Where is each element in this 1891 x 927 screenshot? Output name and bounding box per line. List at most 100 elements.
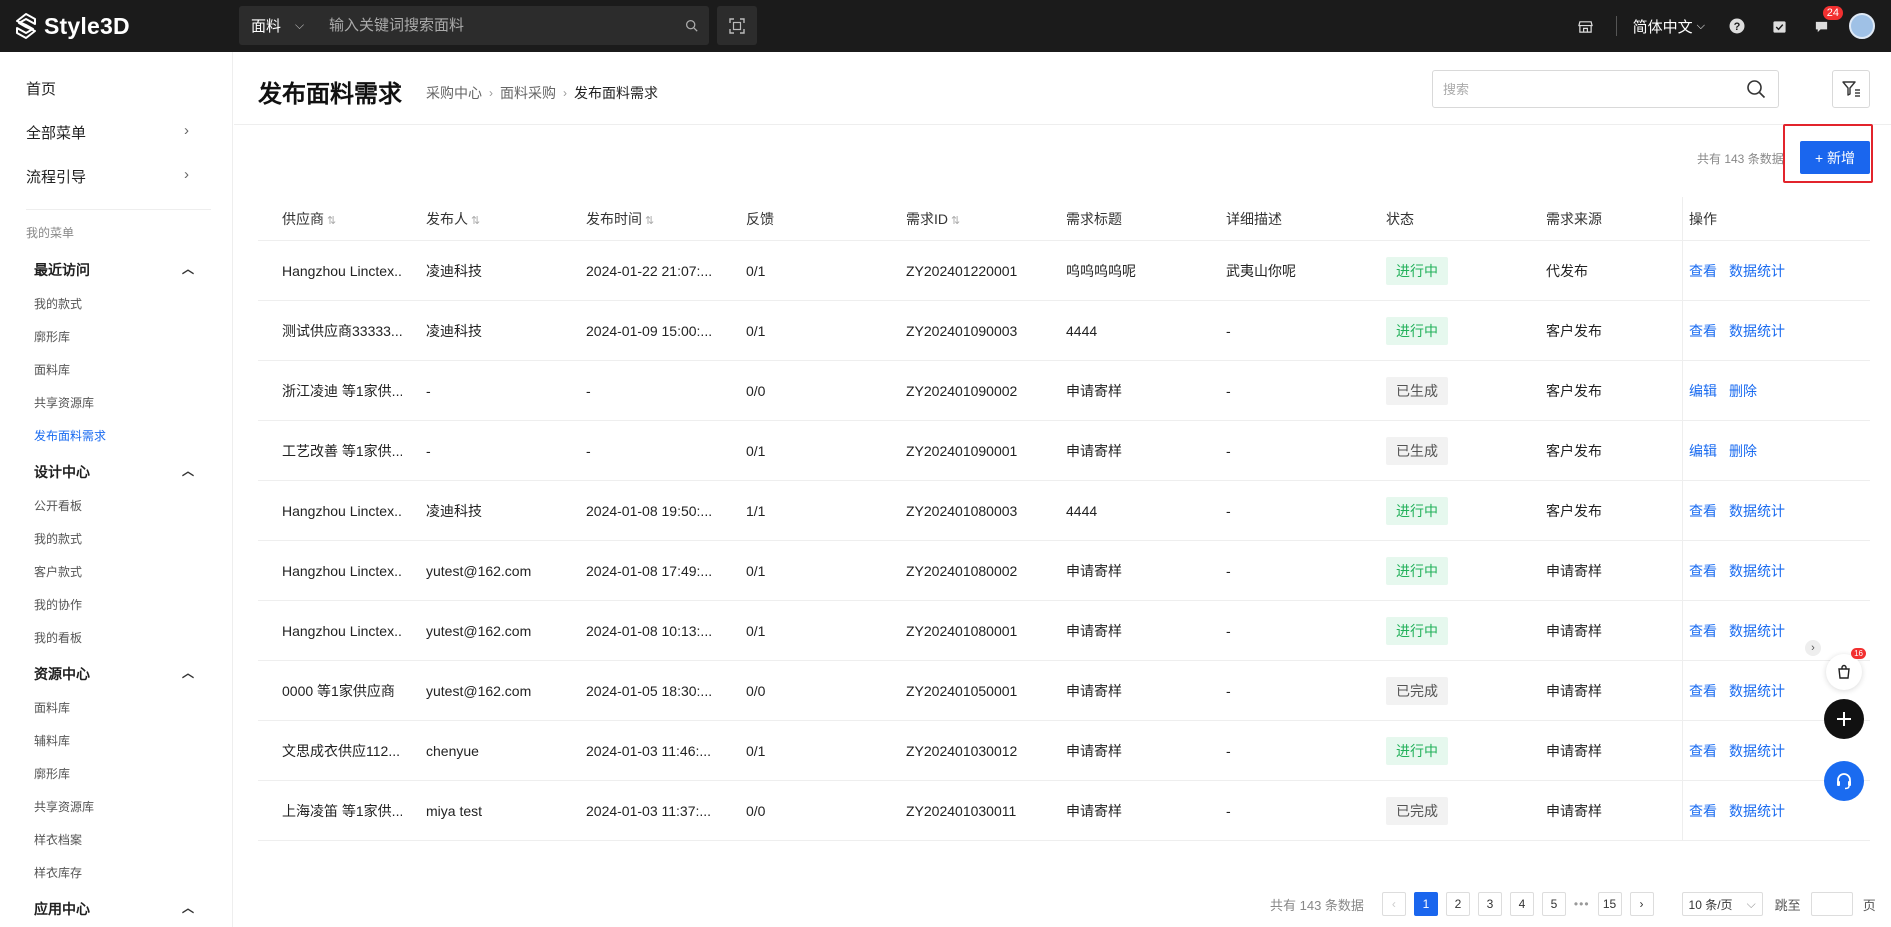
column-header-id[interactable]: 需求ID ⇅ (882, 209, 1042, 229)
search-icon[interactable] (1734, 79, 1778, 99)
row-action-primary-link[interactable]: 编辑 (1689, 381, 1717, 401)
row-action-primary-link[interactable]: 查看 (1689, 681, 1717, 701)
page-button[interactable]: 15 (1597, 892, 1622, 916)
breadcrumb-item[interactable]: 采购中心 (426, 83, 482, 103)
row-action-secondary-link[interactable]: 数据统计 (1729, 501, 1785, 521)
avatar[interactable] (1849, 13, 1875, 39)
message-icon[interactable]: 24 (1807, 6, 1843, 40)
page-button[interactable]: 2 (1445, 892, 1470, 916)
row-action-secondary-link[interactable]: 数据统计 (1729, 621, 1785, 641)
sidebar-item[interactable]: 辅料库 (34, 732, 70, 749)
language-select[interactable]: 简体中文 ⌵ (1633, 16, 1705, 37)
breadcrumb-item[interactable]: 面料采购 (500, 83, 556, 103)
row-action-secondary-link[interactable]: 数据统计 (1729, 741, 1785, 761)
sort-icon[interactable]: ⇅ (645, 215, 654, 227)
table-row[interactable]: Hangzhou Linctex... 凌迪科技 2024-01-22 21:07:… (258, 241, 1870, 301)
sidebar-group-resources[interactable]: 资源中心 ︿ (34, 664, 194, 684)
chevron-up-icon: ︿ (181, 464, 194, 478)
row-action-secondary-link[interactable]: 数据统计 (1729, 261, 1785, 281)
description-cell: - (1226, 322, 1231, 339)
sidebar-group-apps[interactable]: 应用中心 ︿ (34, 899, 194, 919)
chevron-up-icon: ︿ (181, 901, 194, 915)
prev-page-button[interactable]: ‹ (1381, 892, 1406, 916)
add-button[interactable]: + 新增 (1800, 141, 1870, 174)
row-action-primary-link[interactable]: 查看 (1689, 501, 1717, 521)
table-row[interactable]: 浙江凌迪 等1家供... - - 0/0 ZY202401090002 申请寄样 - 已生成 客… (258, 361, 1870, 421)
row-action-secondary-link[interactable]: 数据统计 (1729, 561, 1785, 581)
image-scan-button[interactable] (717, 6, 757, 45)
collapse-float-button[interactable]: › (1805, 640, 1821, 656)
sidebar-item-home[interactable]: 首页 (26, 78, 56, 99)
page-button[interactable]: 3 (1477, 892, 1502, 916)
page-size-select[interactable]: 10 条/页 ⌵ (1681, 892, 1763, 916)
create-float-button[interactable] (1824, 699, 1864, 739)
status-cell: 进行中 (1362, 616, 1522, 645)
page-button[interactable]: 5 (1541, 892, 1566, 916)
sidebar-item[interactable]: 我的款式 (34, 295, 82, 312)
row-action-primary-link[interactable]: 查看 (1689, 741, 1717, 761)
sidebar-item-flow-guide[interactable]: 流程引导 › (26, 166, 196, 187)
task-icon[interactable] (1765, 12, 1793, 40)
column-header-publisher[interactable]: 发布人 ⇅ (402, 209, 562, 229)
row-action-secondary-link[interactable]: 数据统计 (1729, 801, 1785, 821)
help-icon[interactable]: ? (1723, 12, 1751, 40)
row-action-primary-link[interactable]: 查看 (1689, 321, 1717, 341)
filter-button[interactable] (1832, 70, 1870, 108)
search-category-select[interactable]: 面料 ⌵ (239, 15, 319, 36)
table-row[interactable]: Hangzhou Linctex... 凌迪科技 2024-01-08 19:50:… (258, 481, 1870, 541)
cart-float-button[interactable]: 16 (1826, 648, 1866, 690)
table-row[interactable]: 测试供应商33333... 凌迪科技 2024-01-09 15:00:... 0/1… (258, 301, 1870, 361)
row-action-primary-link[interactable]: 查看 (1689, 261, 1717, 281)
column-header-supplier[interactable]: 供应商 ⇅ (258, 209, 402, 229)
page-button[interactable]: 4 (1509, 892, 1534, 916)
sidebar-item[interactable]: 我的协作 (34, 596, 82, 613)
sidebar-item[interactable]: 共享资源库 (34, 798, 94, 815)
sidebar-item[interactable]: 我的看板 (34, 629, 82, 646)
sort-icon[interactable]: ⇅ (471, 215, 480, 227)
sidebar-item[interactable]: 我的款式 (34, 530, 82, 547)
sidebar-group-design[interactable]: 设计中心 ︿ (34, 462, 194, 482)
page-search-input[interactable] (1433, 81, 1734, 97)
table-row[interactable]: 上海凌笛 等1家供... miya test 2024-01-03 11:37:..… (258, 781, 1870, 841)
sidebar-item[interactable]: 样衣库存 (34, 864, 82, 881)
row-action-secondary-link[interactable]: 数据统计 (1729, 321, 1785, 341)
global-search-input[interactable] (319, 6, 673, 45)
row-action-secondary-link[interactable]: 删除 (1729, 381, 1757, 401)
customer-service-button[interactable] (1824, 761, 1864, 801)
sidebar-item[interactable]: 公开看板 (34, 497, 82, 514)
store-icon[interactable] (1572, 12, 1600, 40)
row-action-primary-link[interactable]: 编辑 (1689, 441, 1717, 461)
logo[interactable]: Style3D (14, 10, 130, 42)
table-row[interactable]: Hangzhou Linctex... yutest@162.com 2024-01… (258, 541, 1870, 601)
row-action-primary-link[interactable]: 查看 (1689, 801, 1717, 821)
table-row[interactable]: 文思成衣供应112... chenyue 2024-01-03 11:46:... 0… (258, 721, 1870, 781)
sort-icon[interactable]: ⇅ (327, 215, 336, 227)
jump-page-input[interactable] (1810, 892, 1853, 916)
sidebar-item[interactable]: 样衣档案 (34, 831, 82, 848)
demand-id-cell: ZY202401090003 (906, 322, 1018, 339)
sidebar-item[interactable]: 面料库 (34, 699, 70, 716)
page-button[interactable]: 1 (1413, 892, 1438, 916)
sidebar-item[interactable]: 面料库 (34, 361, 70, 378)
row-action-primary-link[interactable]: 查看 (1689, 561, 1717, 581)
sidebar-item-all-menu[interactable]: 全部菜单 › (26, 122, 196, 143)
table-row[interactable]: 0000 等1家供应商 yutest@162.com 2024-01-05 18:3… (258, 661, 1870, 721)
source-cell: 申请寄样 (1546, 562, 1602, 579)
sidebar-item[interactable]: 廓形库 (34, 765, 70, 782)
chevron-right-icon: › (184, 122, 189, 139)
row-action-primary-link[interactable]: 查看 (1689, 621, 1717, 641)
sidebar-item[interactable]: 客户款式 (34, 563, 82, 580)
more-pages-icon[interactable]: ••• (1574, 897, 1590, 911)
table-row[interactable]: 工艺改善 等1家供... - - 0/1 ZY202401090001 申请寄样 - 已生成 客… (258, 421, 1870, 481)
row-action-secondary-link[interactable]: 数据统计 (1729, 681, 1785, 701)
row-action-secondary-link[interactable]: 删除 (1729, 441, 1757, 461)
next-page-button[interactable]: › (1629, 892, 1654, 916)
sidebar-group-recent[interactable]: 最近访问 ︿ (34, 260, 194, 280)
table-row[interactable]: Hangzhou Linctex... yutest@162.com 2024-01… (258, 601, 1870, 661)
search-icon[interactable] (673, 19, 709, 32)
sort-icon[interactable]: ⇅ (951, 215, 960, 227)
column-header-time[interactable]: 发布时间 ⇅ (562, 209, 722, 229)
sidebar-item[interactable]: 共享资源库 (34, 394, 94, 411)
sidebar-item[interactable]: 廓形库 (34, 328, 70, 345)
sidebar-item-active[interactable]: 发布面料需求 (34, 427, 106, 444)
